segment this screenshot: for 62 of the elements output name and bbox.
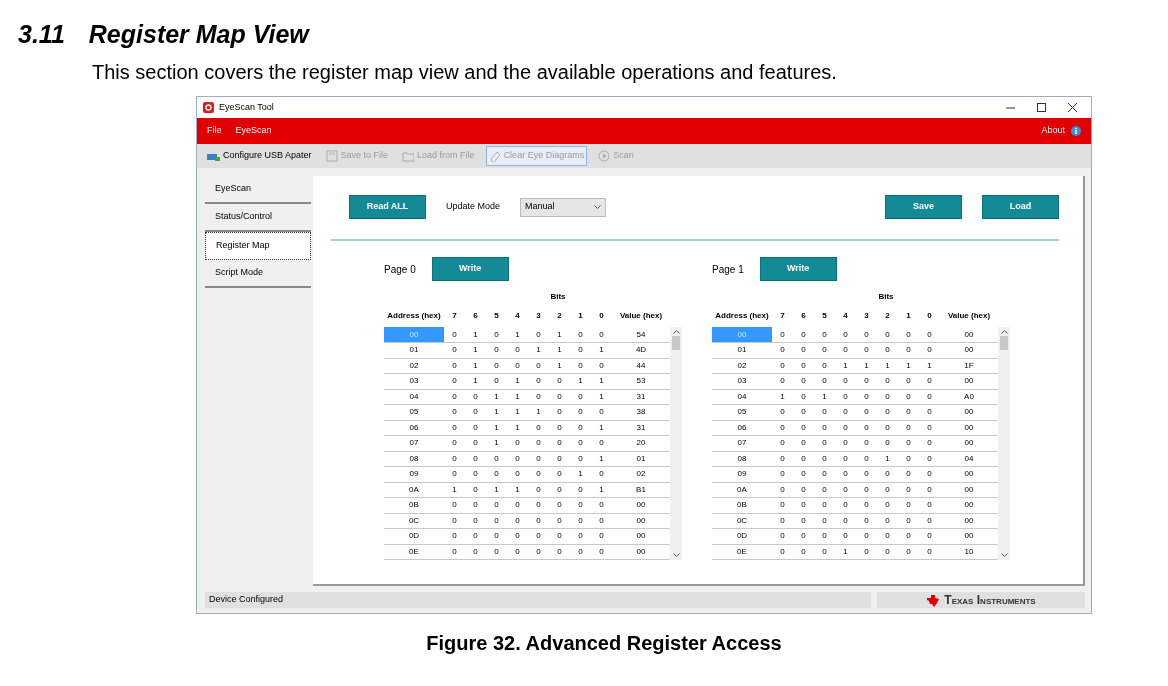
scrollbar[interactable]: [670, 327, 682, 560]
status-text: Device Configured: [209, 593, 284, 607]
save-button[interactable]: Save: [885, 195, 962, 219]
about-link[interactable]: About: [1041, 124, 1065, 138]
column-header: 0: [926, 310, 933, 322]
write-button[interactable]: Write: [431, 257, 509, 281]
page-label: Page 1: [712, 262, 744, 277]
column-header: 7: [444, 305, 465, 327]
app-icon: [203, 102, 214, 113]
window-title: EyeScan Tool: [219, 100, 274, 114]
section-title: Register Map View: [88, 19, 309, 50]
column-header: Value (hex): [618, 310, 664, 322]
scroll-up-icon[interactable]: [1000, 330, 1008, 334]
load-button[interactable]: Load: [982, 195, 1059, 219]
scroll-down-icon[interactable]: [672, 553, 680, 557]
eraser-icon: [488, 150, 501, 162]
intro-paragraph: This section covers the register map view and the available operations and features.: [92, 60, 838, 84]
figure-caption: Figure 32. Advanced Register Access: [425, 631, 783, 656]
column-header: 1: [905, 310, 912, 322]
scroll-thumb[interactable]: [672, 336, 680, 350]
column-header: 3: [863, 310, 870, 322]
column-header: 5: [821, 310, 828, 322]
bit-cell[interactable]: 0: [772, 327, 793, 343]
logo-text: Texas Instruments: [944, 592, 1036, 609]
write-button[interactable]: Write: [759, 257, 837, 281]
column-header: 5: [493, 310, 500, 322]
column-group-header: Bits: [877, 291, 895, 303]
caret-icon: [594, 205, 602, 209]
column-header: Address (hex): [384, 305, 444, 327]
column-header: 6: [472, 310, 479, 322]
column-header: 6: [800, 310, 807, 322]
play-circle-icon: [598, 150, 611, 162]
column-header: 1: [577, 310, 584, 322]
column-header: Value (hex): [946, 310, 992, 322]
info-icon[interactable]: [1071, 126, 1081, 136]
column-header: 4: [514, 310, 521, 322]
read-all-button[interactable]: Read ALL: [349, 195, 426, 219]
folder-icon: [402, 150, 415, 162]
column-group-header: Bits: [549, 291, 567, 303]
page-label: Page 0: [384, 262, 416, 277]
column-header: 2: [556, 310, 563, 322]
toolbar-button[interactable]: Configure USB Apater: [203, 146, 315, 166]
column-header: 3: [535, 310, 542, 322]
scroll-up-icon[interactable]: [672, 330, 680, 334]
scroll-thumb[interactable]: [1000, 336, 1008, 350]
column-header: Address (hex): [712, 305, 772, 327]
bit-cell[interactable]: 0: [444, 327, 465, 343]
section-number: 3.11: [18, 19, 65, 50]
logo-icon: [926, 593, 941, 607]
scrollbar[interactable]: [998, 327, 1010, 560]
column-header: 0: [598, 310, 605, 322]
column-header: 7: [772, 305, 793, 327]
close-icon[interactable]: [1068, 103, 1077, 112]
update-mode-label: Update Mode: [446, 200, 501, 214]
menu-item[interactable]: EyeScan: [235, 124, 272, 138]
column-header: 4: [842, 310, 849, 322]
sidebar-tab[interactable]: Register Map: [205, 232, 311, 260]
menu-item[interactable]: File: [207, 124, 222, 138]
update-mode-dropdown[interactable]: Manual: [520, 197, 607, 217]
scroll-down-icon[interactable]: [1000, 553, 1008, 557]
maximize-icon[interactable]: [1037, 103, 1046, 112]
column-header: 2: [884, 310, 891, 322]
